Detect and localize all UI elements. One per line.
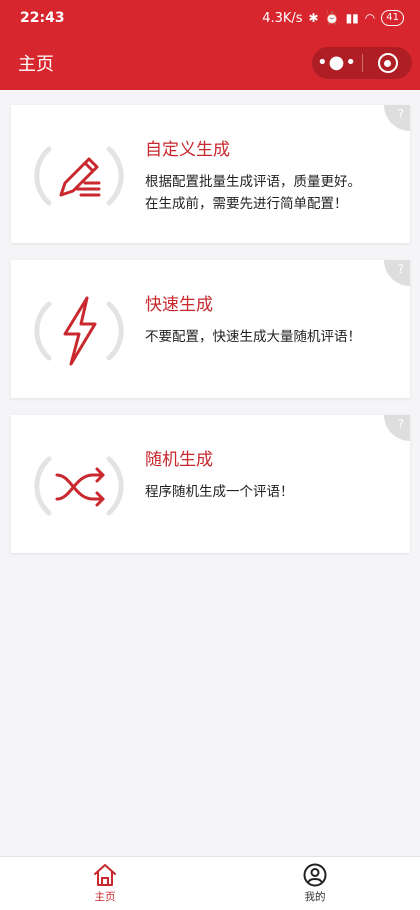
lightning-icon [34,296,124,366]
card-desc-line: 根据配置批量生成评语，质量更好。 [145,174,361,190]
card-title: 快速生成 [145,295,213,315]
card-desc: 不要配置，快速生成大量随机评语！ [145,326,395,348]
card-title: 随机生成 [145,450,213,470]
status-time: 22:43 [20,10,65,26]
close-button[interactable] [363,53,412,73]
card-quick-generate[interactable]: ? 快速生成 不要配置，快速生成大量随机评语！ [11,260,410,398]
more-dots-icon[interactable]: •●• [312,47,362,79]
top-bar: 22:43 4.3K/s ✱ ⏰ ▮▮ ◠ 41 主页 •●• [0,0,420,90]
card-custom-generate[interactable]: ? 自定义生成 根据配置批量生成评语，质量更好。 在生成前，需要先进行简单配置！ [11,105,410,243]
alarm-icon: ⏰ [324,11,340,25]
card-desc-line: 程序随机生成一个评语！ [145,484,294,500]
tab-bar: 主页 我的 [0,856,420,910]
card-desc-line: 在生成前，需要先进行简单配置！ [145,196,348,212]
page-title: 主页 [18,54,54,75]
target-icon [377,53,398,73]
help-icon[interactable]: ? [398,107,404,121]
user-icon [303,863,327,887]
mini-program-capsule: •●• [312,47,412,79]
home-icon [94,864,116,886]
signal-icon: ▮▮ [345,11,359,25]
status-bar: 22:43 4.3K/s ✱ ⏰ ▮▮ ◠ 41 [0,0,420,36]
status-icons: 4.3K/s ✱ ⏰ ▮▮ ◠ 41 [262,10,404,26]
wifi-icon: ◠ [364,11,376,25]
card-desc: 程序随机生成一个评语！ [145,481,395,503]
help-icon[interactable]: ? [398,417,404,431]
pencil-icon [34,146,124,206]
tab-label: 我的 [304,891,326,903]
help-icon[interactable]: ? [398,262,404,276]
network-speed: 4.3K/s [262,10,303,26]
card-title: 自定义生成 [145,140,230,160]
nav-bar: 主页 •●• [0,36,420,90]
card-desc-line: 不要配置，快速生成大量随机评语！ [145,329,361,345]
tab-mine[interactable]: 我的 [210,857,420,910]
tab-home[interactable]: 主页 [0,857,210,910]
battery-icon: 41 [381,10,404,26]
card-random-generate[interactable]: ? 随机生成 程序随机生成一个评语！ [11,415,410,553]
tab-label: 主页 [94,891,116,903]
shuffle-icon [34,456,124,516]
card-desc: 根据配置批量生成评语，质量更好。 在生成前，需要先进行简单配置！ [145,171,395,215]
bluetooth-icon: ✱ [308,11,319,25]
